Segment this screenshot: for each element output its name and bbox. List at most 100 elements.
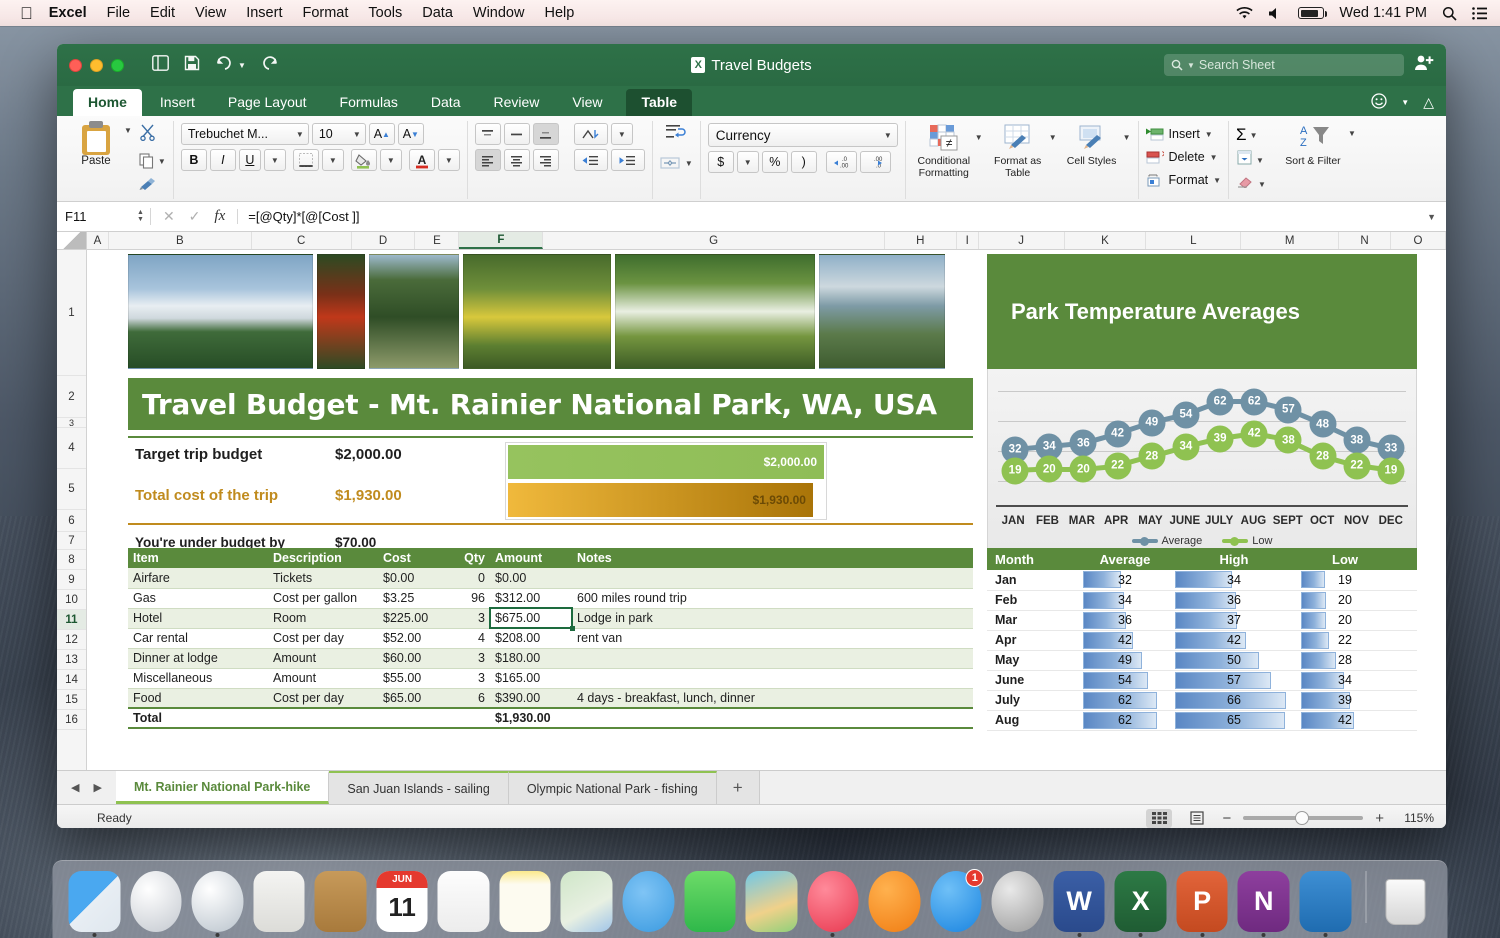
header-cost[interactable]: Cost [378,548,438,568]
temp-cell-low[interactable]: 20 [1297,590,1393,610]
row-header-16[interactable]: 16 [57,710,86,730]
cancel-formula-icon[interactable]: ✕ [163,208,175,225]
wifi-icon[interactable] [1236,7,1253,20]
row-header-8[interactable]: 8 [57,550,86,570]
cell-qty[interactable]: 3 [438,608,490,628]
notification-center-icon[interactable] [1472,7,1488,20]
cell-qty[interactable]: 6 [438,688,490,708]
temp-table-row[interactable]: Jan323419 [987,570,1417,590]
total-amount[interactable]: $1,930.00 [490,708,572,728]
column-header-O[interactable]: O [1391,232,1446,249]
percent-format-button[interactable]: % [762,151,788,173]
temp-cell-high[interactable]: 57 [1171,670,1297,690]
fill-dropdown-icon[interactable]: ▼ [1256,156,1264,165]
temp-header-low[interactable]: Low [1297,548,1393,570]
dock-item-notes[interactable] [499,871,551,932]
font-name-select[interactable]: Trebuchet M... ▼ [181,123,309,145]
dock-item-maps[interactable] [561,871,613,932]
cell-item[interactable]: Airfare [128,568,268,588]
number-format-select[interactable]: Currency ▼ [708,123,898,147]
dock-item-contacts[interactable] [315,871,367,932]
menu-item-format[interactable]: Format [302,5,348,21]
row-header-12[interactable]: 12 [57,630,86,650]
header-qty[interactable]: Qty [438,548,490,568]
temp-cell-month[interactable]: Feb [987,590,1079,610]
temp-cell-low[interactable]: 42 [1297,710,1393,730]
fill-icon[interactable] [1236,150,1253,170]
format-as-table-dropdown-icon[interactable]: ▼ [1049,133,1057,142]
conditional-formatting-button[interactable]: ≠ Conditional Formatting [913,123,975,179]
fill-color-button[interactable] [351,149,377,171]
cell-qty[interactable]: 3 [438,648,490,668]
column-header-H[interactable]: H [885,232,957,249]
normal-view-button[interactable] [1146,809,1172,828]
tab-formulas[interactable]: Formulas [325,89,413,116]
sheet-canvas[interactable]: Travel Budget - Mt. Rainier National Par… [87,250,1446,770]
conditional-formatting-dropdown-icon[interactable]: ▼ [975,133,983,142]
column-header-N[interactable]: N [1339,232,1391,249]
temp-table-row[interactable]: June545734 [987,670,1417,690]
temp-cell-low[interactable]: 39 [1297,690,1393,710]
zoom-level[interactable]: 115% [1396,811,1434,825]
cell-notes[interactable]: Lodge in park [572,608,973,628]
redo-icon[interactable] [261,56,279,75]
temp-cell-month[interactable]: Mar [987,610,1079,630]
table-row[interactable]: Miscellaneous Amount $55.00 3 $165.00 [128,668,973,688]
column-header-D[interactable]: D [352,232,416,249]
total-cost-value[interactable]: $1,930.00 [335,487,445,504]
temp-header-month[interactable]: Month [987,548,1079,570]
temp-cell-average[interactable]: 32 [1079,570,1171,590]
selected-cell-F11[interactable]: $675.00 [490,608,572,628]
dock-item-excel[interactable]: X [1115,871,1167,932]
zoom-slider-knob[interactable] [1295,811,1309,825]
minimize-button[interactable] [90,59,103,72]
align-bottom-button[interactable] [533,123,559,145]
formula-bar-expand-icon[interactable]: ▼ [1417,212,1446,222]
table-row[interactable]: Gas Cost per gallon $3.25 96 $312.00 600… [128,588,973,608]
temp-cell-low[interactable]: 28 [1297,650,1393,670]
wrap-text-icon[interactable] [665,123,687,146]
dock-item-outlook[interactable] [1300,871,1352,932]
battery-icon[interactable] [1298,7,1324,19]
ribbon-collapse-icon[interactable]: △ [1423,94,1434,111]
cell-item[interactable]: Dinner at lodge [128,648,268,668]
cell-amount[interactable]: $312.00 [490,588,572,608]
cell-cost[interactable]: $55.00 [378,668,438,688]
header-notes[interactable]: Notes [572,548,973,568]
cell-amount[interactable]: $165.00 [490,668,572,688]
cell-description[interactable]: Amount [268,668,378,688]
tab-home[interactable]: Home [73,89,142,116]
volume-icon[interactable] [1268,7,1283,20]
menu-item-excel[interactable]: Excel [49,5,87,21]
next-sheet-icon[interactable]: ▶ [93,781,101,794]
dock-item-mail[interactable] [253,871,305,932]
dock-item-ibooks[interactable] [869,871,921,932]
temp-cell-high[interactable]: 36 [1171,590,1297,610]
row-header-3[interactable]: 3 [57,418,86,428]
cell-description[interactable]: Amount [268,648,378,668]
cell-amount[interactable]: $0.00 [490,568,572,588]
clock[interactable]: Wed 1:41 PM [1339,5,1427,21]
orientation-dropdown-button[interactable]: ▼ [611,123,633,145]
cell-description[interactable]: Room [268,608,378,628]
row-header-7[interactable]: 7 [57,532,86,550]
temp-cell-low[interactable]: 34 [1297,670,1393,690]
dock-item-safari[interactable] [192,871,244,932]
temp-cell-average[interactable]: 62 [1079,690,1171,710]
smiley-dropdown-icon[interactable]: ▼ [1401,98,1409,107]
borders-dropdown-button[interactable]: ▼ [322,149,344,171]
row-header-6[interactable]: 6 [57,510,86,532]
dock-item-itunes[interactable] [807,871,859,932]
copy-icon[interactable] [139,153,155,169]
cell-description[interactable]: Cost per day [268,628,378,648]
align-right-button[interactable] [533,149,559,171]
column-header-J[interactable]: J [979,232,1065,249]
menu-item-window[interactable]: Window [473,5,525,21]
temp-cell-month[interactable]: Apr [987,630,1079,650]
increase-decimal-button[interactable]: .0.00 [826,151,857,173]
cell-cost[interactable]: $3.25 [378,588,438,608]
cell-styles-button[interactable]: Cell Styles [1061,123,1123,167]
increase-indent-button[interactable] [611,149,645,171]
row-header-1[interactable]: 1 [57,250,86,376]
page-layout-view-button[interactable] [1184,809,1210,828]
